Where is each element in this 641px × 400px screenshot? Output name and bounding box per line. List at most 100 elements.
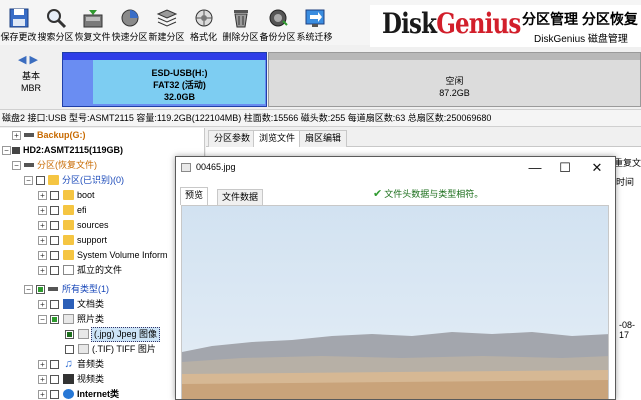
folder-icon	[63, 220, 74, 230]
logo-text-genius: Genius	[436, 7, 521, 40]
tree-label: 照片类	[77, 314, 105, 324]
column-header-time: 时间	[616, 177, 635, 187]
partition-free-size: 87.2GB	[439, 88, 470, 98]
tab-sector-edit[interactable]: 扇区编辑	[299, 130, 348, 147]
expand-toggle[interactable]: +	[38, 360, 47, 369]
window-icon	[181, 163, 191, 172]
search-partition-icon	[46, 9, 66, 29]
save-icon	[9, 8, 28, 28]
expand-toggle[interactable]: +	[38, 390, 47, 399]
quick-partition-button[interactable]: 快速分区	[111, 5, 148, 45]
column-header-duplicate: 重复文	[614, 158, 641, 168]
tree-label: efi	[77, 205, 87, 215]
music-icon: ♫	[64, 358, 73, 370]
expand-toggle[interactable]: +	[38, 300, 47, 309]
checkbox[interactable]	[65, 330, 74, 339]
new-partition-icon	[156, 9, 177, 27]
delete-partition-label: 删除分区	[222, 32, 259, 42]
format-icon	[195, 9, 212, 27]
maximize-button[interactable]: ☐	[550, 157, 580, 179]
checkbox[interactable]	[50, 236, 59, 245]
dialog-title-bar[interactable]: 00465.jpg — ☐ ✕	[176, 157, 615, 179]
checkbox[interactable]	[36, 176, 45, 185]
partition-esd-text: ESD-USB(H:) FAT32 (活动) 32.0GB	[93, 67, 266, 103]
checkbox[interactable]	[50, 360, 59, 369]
checkbox[interactable]	[50, 300, 59, 309]
folder-icon	[63, 250, 74, 260]
collapse-toggle[interactable]: −	[2, 146, 11, 155]
expand-toggle[interactable]: +	[38, 191, 47, 200]
collapse-toggle[interactable]: −	[12, 161, 21, 170]
orphan-file-icon	[63, 265, 74, 275]
backup-partition-icon	[269, 9, 288, 27]
tree-label: 孤立的文件	[77, 265, 123, 275]
image-preview	[181, 205, 609, 399]
checkbox[interactable]	[50, 206, 59, 215]
backup-partition-button[interactable]: 备份分区	[259, 5, 296, 45]
checkbox[interactable]	[50, 191, 59, 200]
checkbox[interactable]	[50, 375, 59, 384]
disk-icon	[12, 147, 20, 154]
collapse-toggle[interactable]: −	[24, 285, 33, 294]
expand-toggle[interactable]: +	[38, 236, 47, 245]
tab-browse-files[interactable]: 浏览文件	[253, 130, 302, 147]
disk-info-bar: 磁盘2 接口:USB 型号:ASMT2115 容量:119.2GB(122104…	[0, 109, 641, 127]
collapse-toggle[interactable]: −	[24, 176, 33, 185]
search-partition-button[interactable]: 搜索分区	[37, 5, 74, 45]
system-migration-button[interactable]: 系统迁移	[296, 5, 333, 45]
checkbox[interactable]	[50, 390, 59, 399]
disk-scheme: MBR	[21, 83, 41, 93]
system-migration-icon	[305, 9, 324, 27]
tree-label: boot	[77, 190, 95, 200]
tree-label: 所有类型(1)	[62, 284, 109, 294]
partition-free-name: 空闲	[445, 76, 464, 86]
new-partition-label: 新建分区	[148, 32, 185, 42]
delete-partition-button[interactable]: 删除分区	[222, 5, 259, 45]
status-text: 文件头数据与类型相符。	[384, 189, 484, 199]
disk-type-label: 基本 MBR	[21, 70, 41, 94]
category-icon	[48, 287, 58, 291]
collapse-toggle[interactable]: −	[38, 315, 47, 324]
expand-toggle[interactable]: +	[38, 251, 47, 260]
quick-partition-label: 快速分区	[111, 32, 148, 42]
expand-toggle[interactable]: +	[38, 375, 47, 384]
tree-label: Backup(G:)	[37, 130, 86, 140]
partition-esd-usb[interactable]: ESD-USB(H:) FAT32 (活动) 32.0GB	[62, 52, 267, 107]
word-document-icon	[63, 299, 74, 309]
partition-icon	[24, 133, 34, 137]
checkbox[interactable]	[50, 266, 59, 275]
checkbox[interactable]	[36, 285, 45, 294]
partition-icon	[24, 163, 34, 167]
partition-free-space[interactable]: 空闲 87.2GB	[268, 52, 641, 107]
partition-esd-fs: FAT32 (活动)	[153, 80, 206, 90]
tree-item-backup[interactable]: + Backup(G:)	[0, 128, 204, 143]
minimize-button[interactable]: —	[520, 157, 550, 179]
tab-preview[interactable]: 预览	[180, 187, 209, 205]
desert-landscape-photo	[182, 332, 608, 399]
folder-icon	[63, 235, 74, 245]
checkbox[interactable]	[65, 345, 74, 354]
tab-partition-params[interactable]: 分区参数	[208, 130, 257, 147]
tab-file-data[interactable]: 文件数据	[217, 189, 264, 205]
checkbox[interactable]	[50, 251, 59, 260]
expand-toggle[interactable]: +	[38, 221, 47, 230]
checkbox[interactable]	[50, 221, 59, 230]
save-button-label: 保存更改	[0, 32, 37, 42]
expand-toggle[interactable]: +	[12, 131, 21, 140]
partition-esd-header	[63, 53, 266, 60]
tree-label: 分区(恢复文件)	[37, 160, 97, 170]
system-migration-label: 系统迁移	[296, 32, 333, 42]
tree-label: 分区(已识别)(0)	[62, 175, 124, 185]
tree-label: (.jpg) Jpeg 图像	[91, 327, 161, 342]
expand-toggle[interactable]: +	[38, 206, 47, 215]
file-date-cell: -08-17	[619, 320, 636, 340]
recover-files-button[interactable]: 恢复文件	[74, 5, 111, 45]
expand-toggle[interactable]: +	[38, 266, 47, 275]
close-button[interactable]: ✕	[582, 157, 612, 179]
new-partition-button[interactable]: 新建分区	[148, 5, 185, 45]
save-button[interactable]: 保存更改	[0, 5, 37, 45]
disk-nav-arrows[interactable]: ◀ ▶	[18, 53, 38, 66]
disk-type: 基本	[21, 71, 40, 81]
checkbox[interactable]	[50, 315, 59, 324]
format-button[interactable]: 格式化	[185, 5, 222, 45]
